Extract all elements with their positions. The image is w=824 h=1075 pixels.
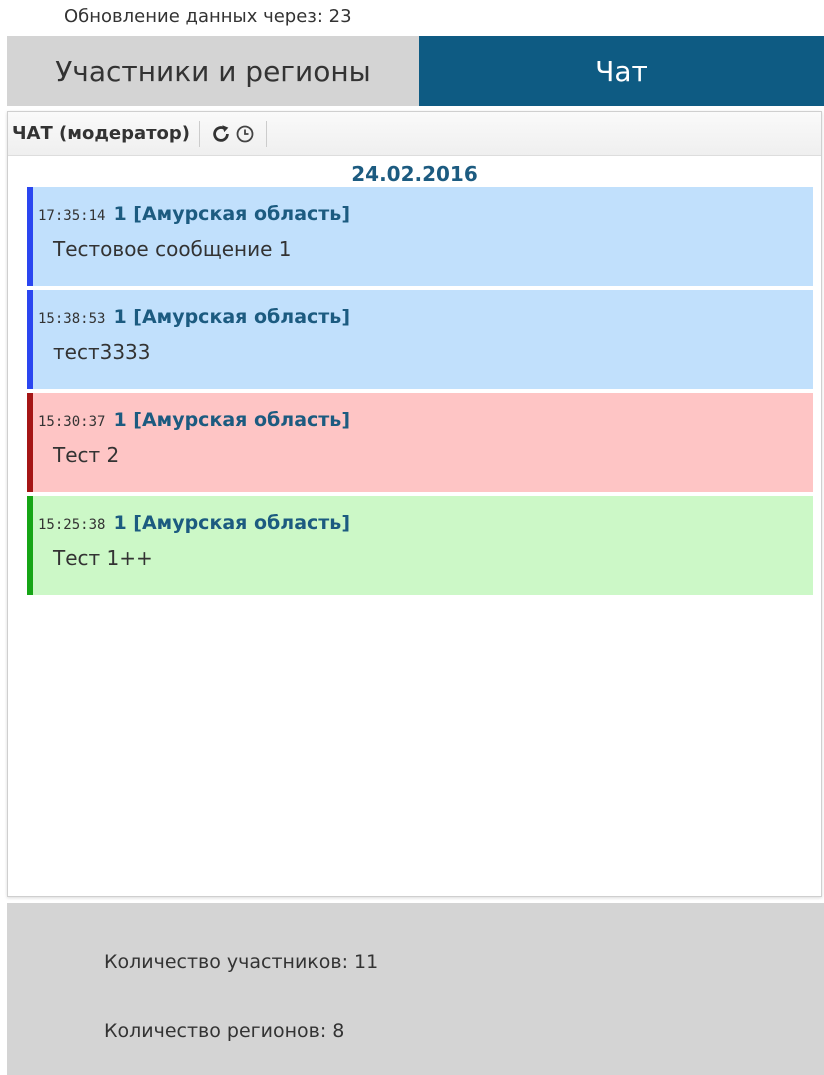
tab-chat[interactable]: Чат: [419, 36, 824, 106]
message-author[interactable]: 1 [Амурская область]: [113, 306, 350, 328]
message-text: Тест 2: [53, 443, 120, 467]
chat-message: 15:25:38 1 [Амурская область] Тест 1++: [27, 496, 813, 595]
message-time: 17:35:14: [38, 208, 106, 224]
participants-count: Количество участников: 11: [104, 951, 379, 973]
tab-bar: Участники и регионы Чат: [7, 36, 824, 106]
message-text: Тестовое сообщение 1: [53, 237, 292, 261]
chat-toolbar: ЧАТ (модератор): [8, 112, 821, 156]
message-time: 15:30:37: [38, 414, 106, 430]
chat-message: 15:38:53 1 [Амурская область] тест3333: [27, 290, 813, 389]
message-time: 15:25:38: [38, 517, 106, 533]
message-author[interactable]: 1 [Амурская область]: [113, 409, 350, 431]
message-list: 17:35:14 1 [Амурская область] Тестовое с…: [27, 187, 813, 595]
refresh-button[interactable]: [209, 121, 233, 147]
message-author[interactable]: 1 [Амурская область]: [113, 203, 350, 225]
chat-panel: ЧАТ (модератор) 24.02.2016 17:35:14 1 [А…: [7, 111, 822, 897]
chat-message: 17:35:14 1 [Амурская область] Тестовое с…: [27, 187, 813, 286]
message-text: Тест 1++: [53, 546, 153, 570]
clock-icon: [235, 124, 255, 144]
toolbar-divider: [199, 120, 201, 147]
message-text: тест3333: [53, 340, 151, 364]
stats-footer: Количество участников: 11 Количество рег…: [7, 903, 824, 1075]
message-author[interactable]: 1 [Амурская область]: [113, 512, 350, 534]
refresh-icon: [210, 123, 232, 145]
history-button[interactable]: [233, 121, 257, 147]
message-time: 15:38:53: [38, 311, 106, 327]
regions-count: Количество регионов: 8: [104, 1020, 345, 1042]
chat-title: ЧАТ (модератор): [12, 123, 191, 144]
toolbar-divider: [266, 120, 268, 147]
chat-date-header: 24.02.2016: [351, 162, 478, 186]
tab-participants-regions[interactable]: Участники и регионы: [7, 36, 419, 106]
refresh-notice: Обновление данных через: 23: [64, 6, 352, 27]
chat-message: 15:30:37 1 [Амурская область] Тест 2: [27, 393, 813, 492]
